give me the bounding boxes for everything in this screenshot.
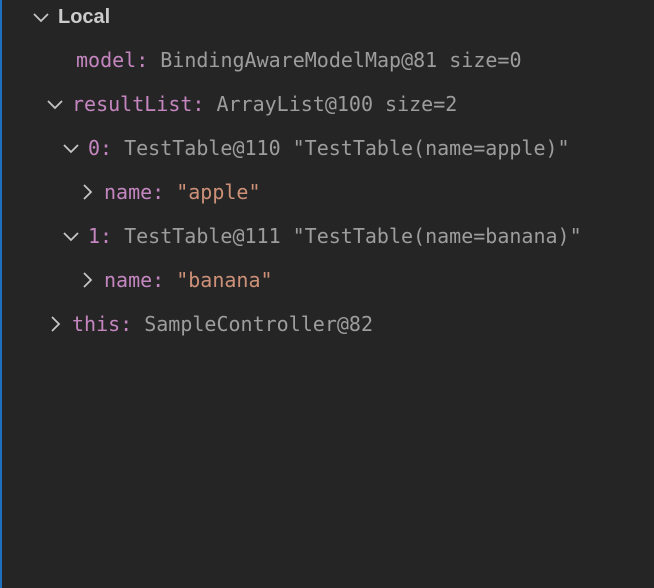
- variable-type: TestTable@110: [124, 136, 281, 160]
- variable-key: model: [76, 48, 137, 72]
- chevron-down-icon[interactable]: [60, 225, 82, 247]
- chevron-down-icon[interactable]: [60, 137, 82, 159]
- chevron-down-icon[interactable]: [44, 93, 66, 115]
- variable-row-item-0[interactable]: 0: TestTable@110 "TestTable(name=apple)": [60, 126, 570, 170]
- variable-row-this[interactable]: this: SampleController@82: [44, 302, 373, 346]
- variable-key: 1: [88, 224, 101, 248]
- variable-key: name: [104, 268, 153, 292]
- chevron-right-icon[interactable]: [76, 181, 98, 203]
- variable-value: BindingAwareModelMap@81 size=0: [160, 48, 522, 72]
- variable-row-resultlist[interactable]: resultList: ArrayList@100 size=2: [44, 82, 457, 126]
- variable-key: this: [72, 312, 121, 336]
- variable-string-value: "TestTable(name=apple)": [292, 136, 570, 160]
- variable-key: name: [104, 180, 153, 204]
- variable-row-model[interactable]: model: BindingAwareModelMap@81 size=0: [76, 38, 522, 82]
- variable-row-name-apple[interactable]: name: "apple": [76, 170, 261, 214]
- chevron-down-icon[interactable]: [30, 6, 52, 28]
- variable-key: 0: [88, 136, 101, 160]
- variables-panel: Local model: BindingAwareModelMap@81 size…: [0, 0, 654, 588]
- section-title: Local: [58, 6, 111, 28]
- variable-string-value: "TestTable(name=banana)": [292, 224, 582, 248]
- variable-key: resultList: [72, 92, 193, 116]
- variable-value: "apple": [176, 180, 261, 204]
- chevron-right-icon[interactable]: [76, 269, 98, 291]
- variable-value: ArrayList@100 size=2: [216, 92, 458, 116]
- chevron-right-icon[interactable]: [44, 313, 66, 335]
- section-header-local[interactable]: Local: [30, 0, 110, 39]
- variable-value: "banana": [176, 268, 273, 292]
- variable-type: TestTable@111: [124, 224, 281, 248]
- variable-row-name-banana[interactable]: name: "banana": [76, 258, 273, 302]
- variable-row-item-1[interactable]: 1: TestTable@111 "TestTable(name=banana)": [60, 214, 582, 258]
- variable-value: SampleController@82: [144, 312, 373, 336]
